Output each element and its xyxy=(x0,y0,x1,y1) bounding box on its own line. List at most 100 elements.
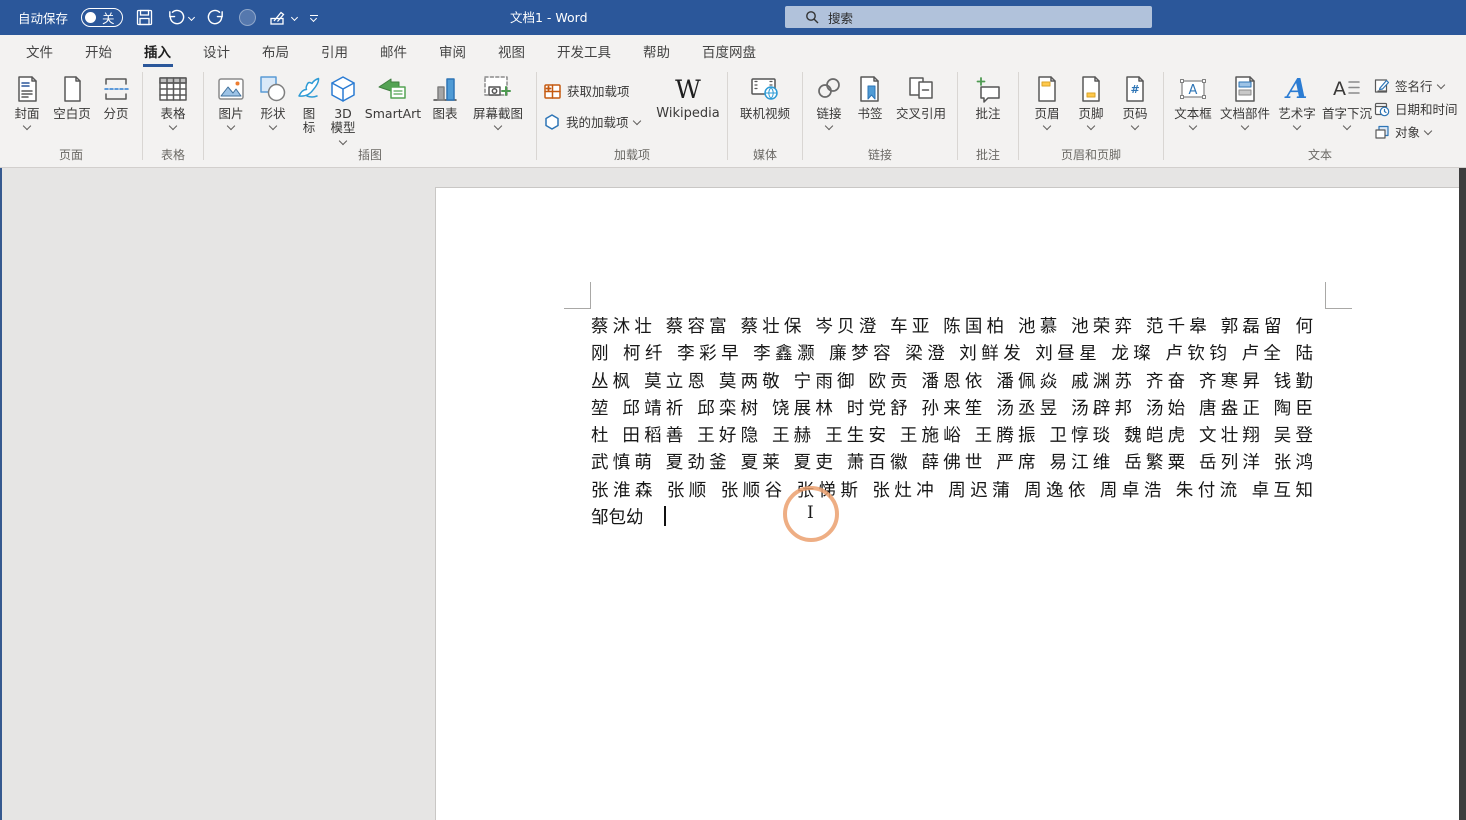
document-area: 蔡沐壮 蔡容富 蔡壮保 岑贝澄 车亚 陈国柏 池慕 池荣弈 范千皋 郭磊留 何 … xyxy=(0,168,1466,820)
get-addins-label: 获取加载项 xyxy=(567,81,630,100)
document-text[interactable]: 蔡沐壮 蔡容富 蔡壮保 岑贝澄 车亚 陈国柏 池慕 池荣弈 范千皋 郭磊留 何 … xyxy=(591,314,1313,532)
cross-reference-button[interactable]: 交叉引用 xyxy=(891,70,951,121)
tab-layout[interactable]: 布局 xyxy=(246,35,305,67)
group-label-illustrations: 插图 xyxy=(204,146,536,163)
group-addins: 获取加载项 我的加载项 W Wikipedia 加载项 xyxy=(537,67,727,167)
icons-button[interactable]: 图标 xyxy=(294,70,324,136)
picture-button[interactable]: 图片 xyxy=(210,70,252,129)
drop-cap-label: 首字下沉 xyxy=(1322,107,1372,121)
tab-label: 开始 xyxy=(85,41,112,61)
tab-insert[interactable]: 插入 xyxy=(128,35,187,67)
group-label-text: 文本 xyxy=(1164,146,1466,163)
link-button[interactable]: 链接 xyxy=(809,70,849,129)
signature-line-label: 签名行 xyxy=(1395,76,1433,95)
smartart-button[interactable]: SmartArt xyxy=(362,70,424,121)
cross-reference-label: 交叉引用 xyxy=(896,107,946,121)
wikipedia-label: Wikipedia xyxy=(656,107,719,122)
footer-button[interactable]: 页脚 xyxy=(1069,70,1113,129)
page-break-button[interactable]: 分页 xyxy=(96,70,136,121)
save-button[interactable] xyxy=(136,9,153,26)
online-video-button[interactable]: 联机视频 xyxy=(734,70,796,121)
3d-models-button[interactable]: 3D 模型 xyxy=(324,70,362,144)
margin-mark-top-right xyxy=(1325,308,1352,309)
get-addins-button[interactable]: 获取加载项 xyxy=(543,79,655,102)
tab-file[interactable]: 文件 xyxy=(10,35,69,67)
customize-qat-button[interactable] xyxy=(310,15,318,21)
search-placeholder: 搜索 xyxy=(828,8,853,27)
tab-label: 帮助 xyxy=(643,41,670,61)
text-line: 武慎萌 夏劲釜 夏莱 夏吏 萧百徽 薛佛世 严席 易江维 岳繁粟 岳列洋 张鸿 xyxy=(591,450,1313,477)
window-left-edge xyxy=(0,168,2,820)
text-caret xyxy=(664,506,666,526)
screenshot-button[interactable]: 屏幕截图 xyxy=(466,70,530,129)
shapes-icon xyxy=(258,71,288,107)
touch-mode-icon[interactable] xyxy=(239,9,256,26)
group-links: 链接 书签 交叉引用 链接 xyxy=(803,67,957,167)
group-label-pages: 页面 xyxy=(0,146,142,163)
tab-view[interactable]: 视图 xyxy=(482,35,541,67)
textbox-button[interactable]: A 文本框 xyxy=(1170,70,1216,129)
chevron-down-icon xyxy=(339,137,347,145)
tab-review[interactable]: 审阅 xyxy=(423,35,482,67)
my-addins-button[interactable]: 我的加载项 xyxy=(543,110,655,133)
search-input[interactable]: 搜索 xyxy=(785,6,1152,28)
redo-button[interactable] xyxy=(207,9,226,26)
wordart-label: 艺术字 xyxy=(1278,107,1316,121)
tab-baidu-netdisk[interactable]: 百度网盘 xyxy=(686,35,772,67)
chevron-down-icon xyxy=(1189,122,1197,130)
svg-text:#: # xyxy=(1131,83,1140,96)
wikipedia-button[interactable]: W Wikipedia xyxy=(655,70,721,122)
comment-icon xyxy=(973,71,1003,107)
shapes-label: 形状 xyxy=(260,107,285,121)
redo-icon xyxy=(207,9,226,26)
svg-text:A: A xyxy=(1189,83,1198,98)
table-button[interactable]: 表格 xyxy=(149,70,197,129)
group-label-addins: 加载项 xyxy=(537,146,727,163)
drop-cap-button[interactable]: A 首字下沉 xyxy=(1320,70,1374,129)
group-pages: 封面 空白页 分页 页面 xyxy=(0,67,142,167)
header-icon xyxy=(1032,71,1062,107)
page-break-icon xyxy=(101,71,131,107)
smartart-label: SmartArt xyxy=(365,107,421,121)
chevron-down-icon xyxy=(269,122,277,130)
tab-help[interactable]: 帮助 xyxy=(627,35,686,67)
chart-label: 图表 xyxy=(432,107,457,121)
chevron-down-icon xyxy=(1293,122,1301,130)
undo-icon xyxy=(166,9,185,26)
chart-button[interactable]: 图表 xyxy=(424,70,466,121)
tab-mailings[interactable]: 邮件 xyxy=(364,35,423,67)
undo-button[interactable] xyxy=(166,9,194,26)
drop-cap-icon: A xyxy=(1332,71,1362,107)
chart-icon xyxy=(430,71,460,107)
header-button[interactable]: 页眉 xyxy=(1025,70,1069,129)
group-label-links: 链接 xyxy=(803,146,957,163)
group-label-tables: 表格 xyxy=(143,146,203,163)
object-button[interactable]: 对象 xyxy=(1374,120,1466,143)
ribbon-tab-row: 文件 开始 插入 设计 布局 引用 邮件 审阅 视图 开发工具 帮助 百度网盘 xyxy=(0,35,1466,67)
blank-page-button[interactable]: 空白页 xyxy=(48,70,96,121)
tab-label: 文件 xyxy=(26,41,53,61)
tab-home[interactable]: 开始 xyxy=(69,35,128,67)
quick-parts-button[interactable]: 文档部件 xyxy=(1216,70,1274,129)
signature-line-button[interactable]: 签名行 xyxy=(1374,74,1466,97)
wikipedia-icon: W xyxy=(675,75,701,104)
bookmark-button[interactable]: 书签 xyxy=(849,70,891,121)
table-icon xyxy=(157,71,189,107)
tab-developer[interactable]: 开发工具 xyxy=(541,35,627,67)
tab-references[interactable]: 引用 xyxy=(305,35,364,67)
page-number-button[interactable]: # 页码 xyxy=(1113,70,1157,129)
cover-page-button[interactable]: 封面 xyxy=(6,70,48,129)
group-label-comments: 批注 xyxy=(958,146,1018,163)
comment-label: 批注 xyxy=(975,107,1000,121)
date-time-button[interactable]: 日期和时间 xyxy=(1374,97,1466,120)
picture-label: 图片 xyxy=(218,107,243,121)
wordart-button[interactable]: A 艺术字 xyxy=(1274,70,1320,129)
bookmark-icon xyxy=(855,71,885,107)
comment-button[interactable]: 批注 xyxy=(964,70,1012,121)
tab-design[interactable]: 设计 xyxy=(187,35,246,67)
shapes-button[interactable]: 形状 xyxy=(252,70,294,129)
autosave-toggle[interactable]: 关 xyxy=(81,8,123,27)
document-page[interactable]: 蔡沐壮 蔡容富 蔡壮保 岑贝澄 车亚 陈国柏 池慕 池荣弈 范千皋 郭磊留 何 … xyxy=(435,187,1459,820)
chevron-down-icon xyxy=(1131,122,1139,130)
draw-tool-button[interactable] xyxy=(269,10,297,26)
